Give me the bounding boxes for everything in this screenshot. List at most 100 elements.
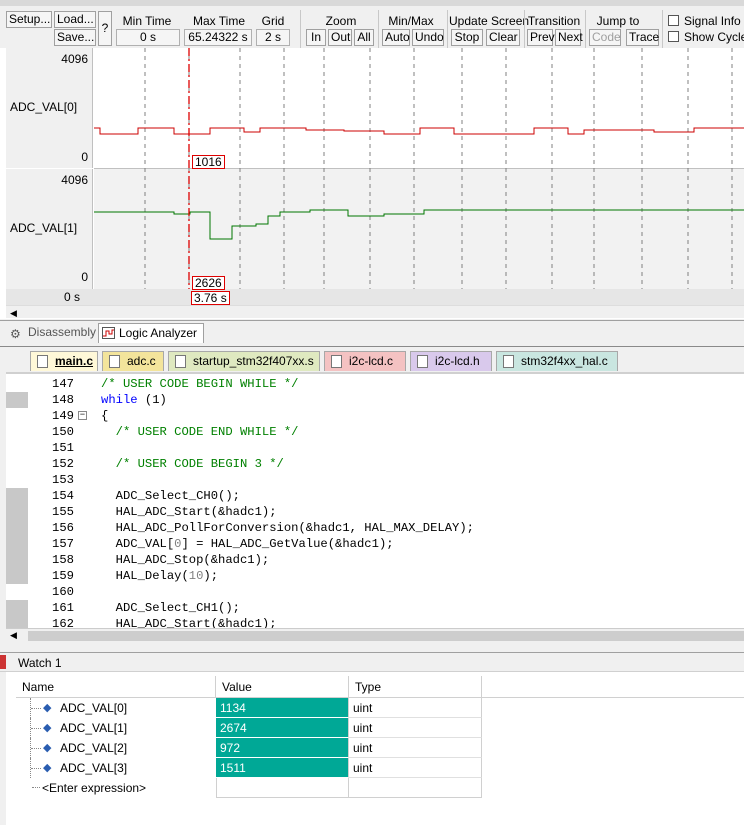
- scroll-left-icon[interactable]: ◀: [10, 630, 17, 641]
- view-tab-strip: ⚙ Disassembly Logic Analyzer: [0, 320, 744, 344]
- column-header-name[interactable]: Name: [16, 676, 216, 698]
- signal-0-name[interactable]: ADC_VAL[0]: [10, 100, 77, 114]
- code-line[interactable]: 162 HAL_ADC_Start(&hadc1);: [6, 616, 744, 628]
- code-text: {: [101, 408, 108, 424]
- watch-header-row: Name Value Type: [16, 676, 744, 698]
- code-line[interactable]: 149− {: [6, 408, 744, 424]
- code-line[interactable]: 157 ADC_VAL[0] = HAL_ADC_GetValue(&hadc1…: [6, 536, 744, 552]
- save-button[interactable]: Save...: [54, 29, 96, 46]
- signal-0-waveform: [94, 127, 744, 135]
- watch-value[interactable]: 1511: [216, 758, 349, 778]
- line-number: 161: [52, 601, 74, 615]
- file-tab-adc-c[interactable]: adc.c: [102, 351, 164, 371]
- scroll-left-icon[interactable]: ◀: [10, 308, 17, 319]
- line-number: 159: [52, 569, 74, 583]
- file-tab-label: startup_stm32f407xx.s: [193, 354, 314, 368]
- zoom-all-button[interactable]: All: [354, 29, 374, 46]
- code-coverage-marker: [6, 440, 28, 456]
- file-tab-i2c-lcd-h[interactable]: i2c-lcd.h: [410, 351, 492, 371]
- tab-disassembly[interactable]: ⚙ Disassembly: [8, 323, 102, 343]
- code-line[interactable]: 160: [6, 584, 744, 600]
- code-line[interactable]: 153: [6, 472, 744, 488]
- code-line[interactable]: 147 /* USER CODE BEGIN WHILE */: [6, 376, 744, 392]
- signal-0-cursor-value: 1016: [192, 155, 225, 169]
- line-number: 152: [52, 457, 74, 471]
- watch-row[interactable]: ◆ ADC_VAL[0] 1134 uint: [16, 698, 482, 718]
- code-token: HAL_ADC_Stop(&hadc1);: [101, 553, 270, 567]
- transition-prev-button[interactable]: Prev: [527, 29, 555, 46]
- scrollbar-thumb[interactable]: [28, 631, 744, 641]
- minmax-undo-button[interactable]: Undo: [412, 29, 444, 46]
- zoom-in-button[interactable]: In: [306, 29, 326, 46]
- editor-horizontal-scrollbar[interactable]: ◀: [6, 628, 744, 642]
- code-coverage-marker: [6, 472, 28, 488]
- code-token: /* USER CODE END WHILE */: [101, 425, 299, 439]
- code-line[interactable]: 154 ADC_Select_CH0();: [6, 488, 744, 504]
- file-tab-label: i2c-lcd.h: [435, 354, 480, 368]
- watch-value[interactable]: 1134: [216, 698, 349, 718]
- signal-1-name[interactable]: ADC_VAL[1]: [10, 221, 77, 235]
- code-line[interactable]: 152 /* USER CODE BEGIN 3 */: [6, 456, 744, 472]
- code-token: HAL_ADC_PollForConversion(&hadc1, HAL_MA…: [101, 521, 474, 535]
- code-line[interactable]: 158 HAL_ADC_Stop(&hadc1);: [6, 552, 744, 568]
- code-coverage-marker: [6, 568, 28, 584]
- code-line[interactable]: 148 while (1): [6, 392, 744, 408]
- setup-button[interactable]: Setup...: [6, 11, 52, 28]
- zoom-out-button[interactable]: Out: [328, 29, 352, 46]
- watch-value[interactable]: 2674: [216, 718, 349, 738]
- min-time-label: Min Time: [122, 14, 172, 28]
- logic-analyzer-toolbar: Setup... Load... Save... ? Min Time 0 s …: [0, 0, 744, 50]
- code-coverage-marker: [6, 408, 28, 424]
- update-stop-button[interactable]: Stop: [451, 29, 483, 46]
- file-tab-i2c-lcd-c[interactable]: i2c-lcd.c: [324, 351, 406, 371]
- column-header-type[interactable]: Type: [349, 676, 482, 698]
- code-token: /* USER CODE BEGIN 3 */: [101, 457, 284, 471]
- code-token: HAL_ADC_Start(&hadc1);: [101, 617, 277, 628]
- watch-row[interactable]: ◆ ADC_VAL[2] 972 uint: [16, 738, 482, 758]
- update-clear-button[interactable]: Clear: [486, 29, 520, 46]
- show-cycles-checkbox[interactable]: [668, 31, 679, 42]
- code-line[interactable]: 150 /* USER CODE END WHILE */: [6, 424, 744, 440]
- watch-type: uint: [349, 698, 482, 718]
- load-button[interactable]: Load...: [54, 11, 96, 28]
- watch-value[interactable]: 972: [216, 738, 349, 758]
- watch-row[interactable]: ◆ ADC_VAL[1] 2674 uint: [16, 718, 482, 738]
- analyzer-horizontal-scrollbar[interactable]: ◀: [6, 305, 744, 318]
- code-coverage-marker: [6, 584, 28, 600]
- file-tab-startup[interactable]: startup_stm32f407xx.s: [168, 351, 320, 371]
- minmax-auto-button[interactable]: Auto: [382, 29, 410, 46]
- file-tab-label: adc.c: [127, 354, 156, 368]
- code-editor[interactable]: 147 /* USER CODE BEGIN WHILE */ 148 while (…: [6, 372, 744, 628]
- code-token: HAL_ADC_Start(&hadc1);: [101, 505, 277, 519]
- file-tab-main-c[interactable]: main.c: [30, 351, 98, 371]
- variable-icon: ◆: [43, 742, 52, 754]
- transition-next-button[interactable]: Next: [555, 29, 583, 46]
- code-coverage-marker: [6, 520, 28, 536]
- variable-icon: ◆: [43, 722, 52, 734]
- signal-0-label-panel: 4096 ADC_VAL[0] 0: [6, 48, 93, 168]
- code-text: ADC_VAL[0] = HAL_ADC_GetValue(&hadc1);: [101, 536, 394, 552]
- code-text: ADC_Select_CH1();: [101, 600, 240, 616]
- signal-info-checkbox[interactable]: [668, 15, 679, 26]
- code-line[interactable]: 151: [6, 440, 744, 456]
- code-line[interactable]: 161 ADC_Select_CH1();: [6, 600, 744, 616]
- jump-trace-button[interactable]: Trace: [626, 29, 659, 46]
- code-line[interactable]: 159 HAL_Delay(10);: [6, 568, 744, 584]
- grid-value: 2 s: [256, 29, 290, 46]
- fold-icon[interactable]: −: [78, 411, 87, 420]
- file-tab-stm32f4xx-hal-c[interactable]: stm32f4xx_hal.c: [496, 351, 618, 371]
- file-tab-label: i2c-lcd.c: [349, 354, 394, 368]
- tab-logic-analyzer[interactable]: Logic Analyzer: [98, 323, 205, 343]
- watch-type: uint: [349, 758, 482, 778]
- jump-code-button[interactable]: Code: [589, 29, 621, 46]
- code-line[interactable]: 155 HAL_ADC_Start(&hadc1);: [6, 504, 744, 520]
- line-number: 158: [52, 553, 74, 567]
- code-line[interactable]: 156 HAL_ADC_PollForConversion(&hadc1, HA…: [6, 520, 744, 536]
- enter-expression-label[interactable]: <Enter expression>: [42, 781, 146, 795]
- watch-row[interactable]: ◆ ADC_VAL[3] 1511 uint: [16, 758, 482, 778]
- column-header-value[interactable]: Value: [216, 676, 349, 698]
- code-coverage-marker: [6, 376, 28, 392]
- enter-expression-row[interactable]: <Enter expression>: [16, 778, 482, 798]
- code-token: 10: [188, 569, 204, 583]
- help-button[interactable]: ?: [98, 11, 112, 46]
